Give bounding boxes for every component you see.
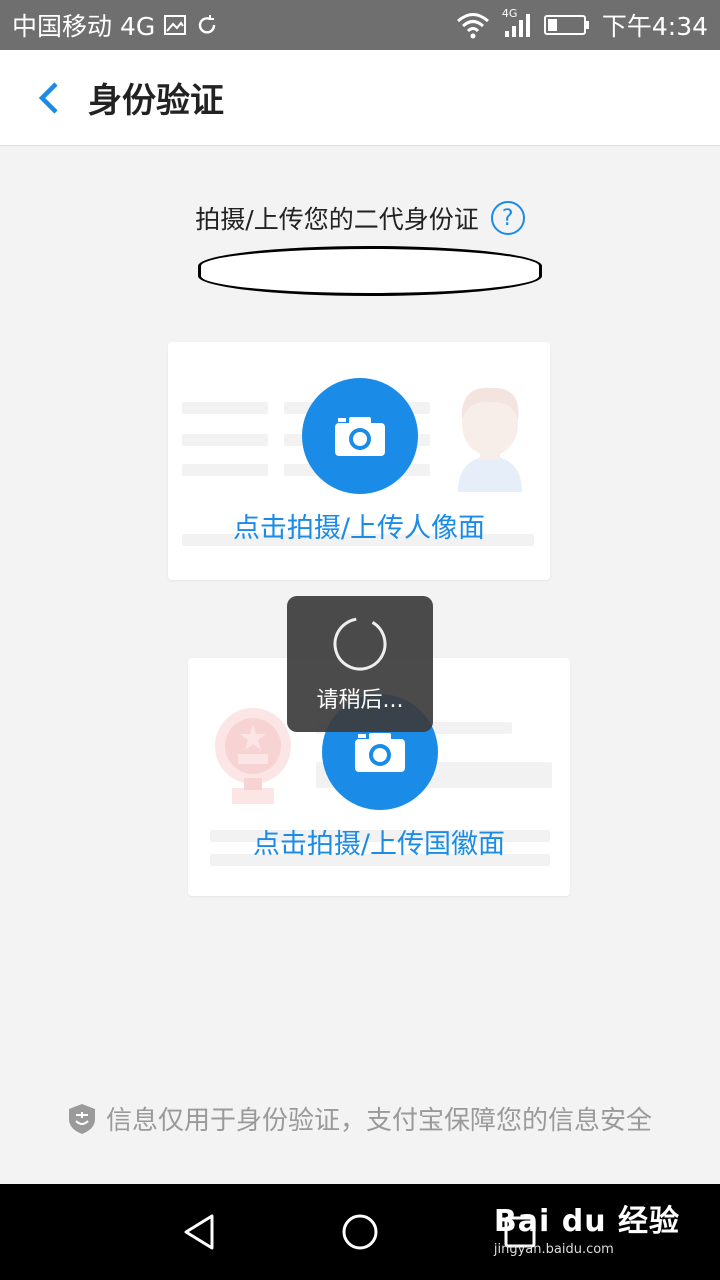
upload-back-label: 点击拍摄/上传国徽面 [252,829,506,860]
placeholder-line [182,402,268,414]
loading-text: 请稍后... [316,688,404,713]
placeholder-line [182,434,268,446]
sync-icon [195,13,219,37]
baidu-watermark: Bai du 经验 jingyan.baidu.com [494,1196,680,1257]
upload-front-label: 点击拍摄/上传人像面 [232,513,486,544]
triangle-back-icon [184,1214,214,1250]
camera-button-front[interactable] [302,378,418,494]
question-circle-icon: ? [501,205,514,231]
placeholder-line [182,464,268,476]
portrait-icon [458,387,522,492]
redaction-mark [198,246,542,296]
circle-home-icon [342,1214,378,1250]
chevron-left-icon [38,81,58,114]
spinner-icon [333,617,387,671]
status-bar: 中国移动 4G 4G 下午4:34 [0,0,720,50]
nav-back-button[interactable] [170,1202,230,1262]
watermark-url: jingyan.baidu.com [493,1242,614,1257]
watermark-logo: Bai du 经验 [493,1204,680,1239]
clock: 下午4:34 [601,12,708,41]
wifi-icon [456,11,490,39]
battery-icon [543,13,590,37]
help-button[interactable]: ? [490,201,525,235]
security-notice: 信息仅用于身份验证，支付宝保障您的信息安全 [0,1100,720,1137]
upload-front-card[interactable]: 点击拍摄/上传人像面 [168,342,550,580]
nav-home-button[interactable] [330,1202,390,1262]
image-icon [163,13,187,37]
page-title: 身份验证 [88,81,224,121]
national-emblem-icon [215,708,291,804]
back-button[interactable] [20,70,76,126]
camera-icon [335,417,385,456]
network-type-label: 4G [501,7,518,20]
loading-toast: 请稍后... [287,596,433,732]
shield-icon [68,1103,95,1134]
camera-icon [355,733,405,772]
carrier-label: 中国移动 4G [12,12,156,41]
prompt-text: 拍摄/上传您的二代身份证 [195,205,479,234]
header: 身份验证 [0,50,720,146]
security-notice-text: 信息仅用于身份验证，支付宝保障您的信息安全 [105,1106,652,1136]
upload-prompt: 拍摄/上传您的二代身份证 ? [0,200,720,236]
signal-icon: 4G [502,7,532,39]
